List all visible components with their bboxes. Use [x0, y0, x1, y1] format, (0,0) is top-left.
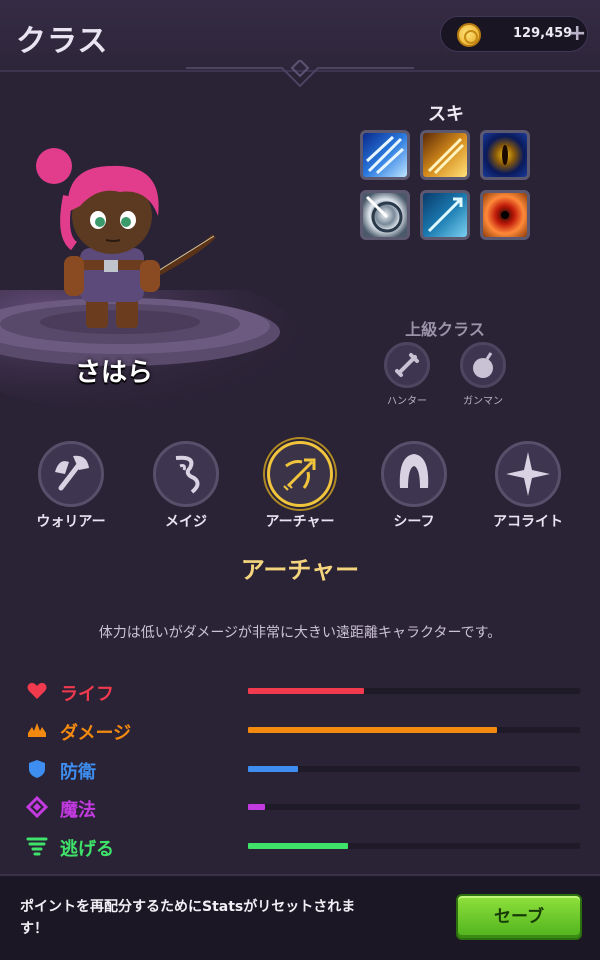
- dagger-icon[interactable]: [384, 342, 430, 388]
- stat-label: ライフ: [60, 684, 114, 705]
- stat-bar-track: [248, 804, 580, 810]
- stat-row-damage: ダメージ: [26, 717, 582, 744]
- ice-arrow-icon[interactable]: [420, 190, 470, 240]
- tornado-icon: [26, 837, 48, 856]
- selected-class-title: アーチャー: [240, 556, 360, 584]
- reset-warning-text: ポイントを再配分するためにStatsがリセットされます！: [20, 899, 356, 937]
- stat-row-defense: 防衛: [26, 756, 582, 783]
- class-button-thief[interactable]: [381, 441, 447, 507]
- flame-icon: [28, 723, 46, 737]
- class-label-thief: シーフ: [393, 514, 435, 530]
- class-button-mage[interactable]: [153, 441, 219, 507]
- stat-bar-fill: [248, 843, 348, 849]
- stat-bar-fill: [248, 688, 365, 694]
- stat-label: 逃げる: [60, 839, 114, 860]
- class-description: 体力は低いがダメージが非常に大きい遠距離キャラクターです。: [98, 625, 502, 641]
- target-shot-icon[interactable]: [360, 190, 410, 240]
- advanced-class-label: 上級クラス: [405, 320, 485, 339]
- hood-icon: [399, 454, 429, 488]
- stat-row-magic: 魔法: [26, 794, 582, 821]
- class-button-warrior[interactable]: [38, 441, 104, 507]
- hero-character: [36, 148, 216, 328]
- stat-bar-track: [248, 843, 580, 849]
- axe-icon: [55, 455, 89, 491]
- stat-bar-track: [248, 766, 580, 772]
- eagle-eye-icon[interactable]: [480, 130, 530, 180]
- multi-shot-icon[interactable]: [360, 130, 410, 180]
- coin-amount: 129,459: [513, 26, 573, 41]
- page-title: クラス: [16, 24, 109, 59]
- heart-icon: [27, 682, 47, 699]
- header-ornament: [186, 60, 414, 88]
- class-button-acolyte[interactable]: [495, 441, 561, 507]
- add-coins-button[interactable]: +: [568, 21, 586, 46]
- stat-bar-fill: [248, 727, 497, 733]
- stat-label: 防衛: [60, 762, 96, 783]
- magic-swirl-icon: [175, 455, 200, 494]
- footer-bar: ポイントを再配分するためにStatsがリセットされます！ セーブ: [0, 874, 600, 960]
- save-button[interactable]: セーブ: [456, 894, 582, 940]
- fire-arrow-icon[interactable]: [420, 130, 470, 180]
- class-label-warrior: ウォリアー: [36, 514, 106, 530]
- stat-row-evasion: 逃げる: [26, 833, 582, 860]
- shield-icon: [29, 760, 45, 778]
- coin-icon: [457, 23, 481, 47]
- class-label-mage: メイジ: [165, 514, 207, 530]
- diamond-icon: [26, 796, 48, 818]
- stat-bar-fill: [248, 804, 265, 810]
- hero-name: さはら: [74, 358, 153, 388]
- stat-bar-track: [248, 727, 580, 733]
- stat-bar-fill: [248, 766, 298, 772]
- stat-row-life: ライフ: [26, 678, 582, 705]
- holy-cross-icon: [506, 452, 550, 496]
- stat-label: 魔法: [60, 800, 96, 821]
- crimson-eye-icon[interactable]: [480, 190, 530, 240]
- class-label-acolyte: アコライト: [493, 514, 563, 530]
- bomb-icon[interactable]: [460, 342, 506, 388]
- stat-label: ダメージ: [60, 723, 132, 744]
- stat-bar-track: [248, 688, 580, 694]
- advanced-class-label-gunner: ガンマン: [463, 396, 503, 407]
- coin-balance: 129,459 +: [440, 16, 588, 52]
- class-label-archer: アーチャー: [265, 514, 335, 530]
- advanced-class-label-hunter: ハンター: [387, 396, 427, 407]
- bow-icon: [283, 458, 316, 491]
- class-button-archer[interactable]: [267, 441, 333, 507]
